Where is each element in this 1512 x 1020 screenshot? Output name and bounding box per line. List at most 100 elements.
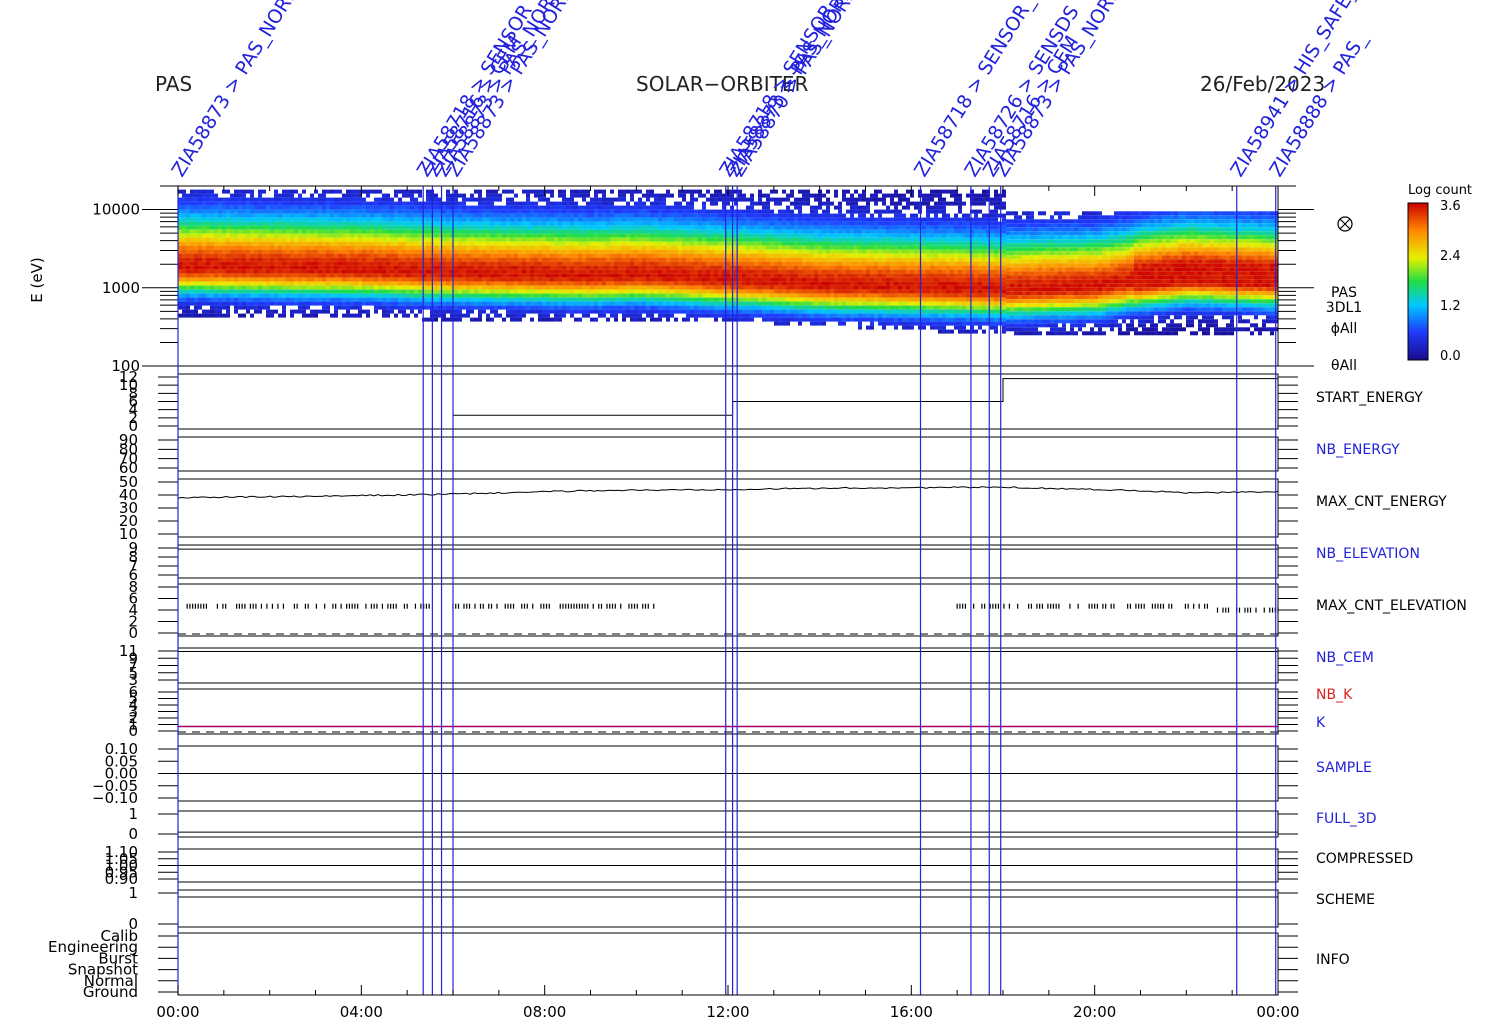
spectrogram-cell <box>394 209 398 214</box>
spectrogram-cell <box>662 257 666 262</box>
spectrogram-cell <box>262 293 266 298</box>
spectrogram-cell <box>638 217 642 222</box>
spectrogram-cell <box>310 249 314 254</box>
spectrogram-cell <box>814 233 818 238</box>
spectrogram-cell <box>258 273 262 278</box>
spectrogram-cell <box>442 269 446 274</box>
spectrogram-cell <box>322 297 326 302</box>
spectrogram-cell <box>614 305 618 310</box>
spectrogram-cell <box>478 245 482 250</box>
spectrogram-cell <box>790 233 794 238</box>
spectrogram-cell <box>706 257 710 262</box>
spectrogram-cell <box>738 285 742 290</box>
spectrogram-cell <box>402 265 406 270</box>
spectrogram-cell <box>198 313 202 318</box>
spectrogram-cell <box>402 193 406 198</box>
spectrogram-cell <box>598 197 602 202</box>
spectrogram-cell <box>322 245 326 250</box>
spectrogram-cell <box>562 253 566 258</box>
spectrogram-cell <box>802 309 806 314</box>
spectrogram-cell <box>826 229 830 234</box>
spectrogram-cell <box>738 297 742 302</box>
spectrogram-cell <box>230 217 234 222</box>
spectrogram-cell <box>478 221 482 226</box>
spectrogram-cell <box>442 313 446 318</box>
spectrogram-cell <box>622 281 626 286</box>
spectrogram-cell <box>550 193 554 198</box>
spectrogram-cell <box>322 309 326 314</box>
spectrogram-cell <box>298 249 302 254</box>
spectrogram-cell <box>226 233 230 238</box>
spectrogram-cell <box>550 205 554 210</box>
spectrogram-cell <box>738 193 742 198</box>
spectrogram-cell <box>350 273 354 278</box>
spectrogram-cell <box>822 225 826 230</box>
spectrogram-cell <box>590 273 594 278</box>
spectrogram-cell <box>618 297 622 302</box>
spectrogram-cell <box>190 201 194 206</box>
spectrogram-cell <box>538 257 542 262</box>
spectrogram-cell <box>494 277 498 282</box>
spectrogram-cell <box>694 245 698 250</box>
spectrogram-cell <box>330 249 334 254</box>
spectrogram-cell <box>382 229 386 234</box>
spectrogram-cell <box>226 189 230 194</box>
spectrogram-cell <box>470 281 474 286</box>
spectrogram-cell <box>478 241 482 246</box>
spectrogram-cell <box>218 305 222 310</box>
spectrogram-cell <box>750 245 754 250</box>
spectrogram-cell <box>782 253 786 258</box>
spectrogram-cell <box>434 217 438 222</box>
spectrogram-cell <box>298 269 302 274</box>
spectrogram-cell <box>486 305 490 310</box>
spectrogram-cell <box>490 253 494 258</box>
spectrogram-cell <box>446 261 450 266</box>
spectrogram-cell <box>682 225 686 230</box>
spectrogram-cell <box>410 273 414 278</box>
spectrogram-cell <box>210 297 214 302</box>
spectrogram-cell <box>806 241 810 246</box>
spectrogram-cell <box>342 269 346 274</box>
spectrogram-cell <box>422 233 426 238</box>
spectrogram-cell <box>614 241 618 246</box>
spectrogram-cell <box>574 301 578 306</box>
spectrogram-cell <box>566 241 570 246</box>
spectrogram-cell <box>482 273 486 278</box>
spectrogram-cell <box>518 229 522 234</box>
spectrogram-cell <box>762 289 766 294</box>
spectrogram-cell <box>358 209 362 214</box>
spectrogram-cell <box>278 221 282 226</box>
spectrogram-cell <box>346 237 350 242</box>
spectrogram-cell <box>274 301 278 306</box>
spectrogram-cell <box>690 285 694 290</box>
spectrogram-cell <box>306 273 310 278</box>
spectrogram-cell <box>230 201 234 206</box>
spectrogram-cell <box>518 265 522 270</box>
spectrogram-cell <box>270 261 274 266</box>
spectrogram-cell <box>706 293 710 298</box>
spectrogram-cell <box>634 209 638 214</box>
spectrogram-cell <box>186 277 190 282</box>
spectrogram-cell <box>814 265 818 270</box>
spectrogram-cell <box>478 233 482 238</box>
spectrogram-cell <box>806 221 810 226</box>
spectrogram-cell <box>470 245 474 250</box>
spectrogram-cell <box>790 253 794 258</box>
spectrogram-cell <box>546 265 550 270</box>
spectrogram-cell <box>530 201 534 206</box>
spectrogram-cell <box>270 229 274 234</box>
spectrogram-cell <box>706 237 710 242</box>
spectrogram-cell <box>474 293 478 298</box>
spectrogram-cell <box>794 261 798 266</box>
spectrogram-cell <box>618 221 622 226</box>
spectrogram-cell <box>774 265 778 270</box>
spectrogram-cell <box>238 241 242 246</box>
spectrogram-cell <box>546 253 550 258</box>
spectrogram-cell <box>474 225 478 230</box>
spectrogram-cell <box>610 241 614 246</box>
spectrogram-cell <box>510 249 514 254</box>
spectrogram-cell <box>662 245 666 250</box>
spectrogram-cell <box>386 265 390 270</box>
spectrogram-cell <box>546 233 550 238</box>
spectrogram-cell <box>194 245 198 250</box>
